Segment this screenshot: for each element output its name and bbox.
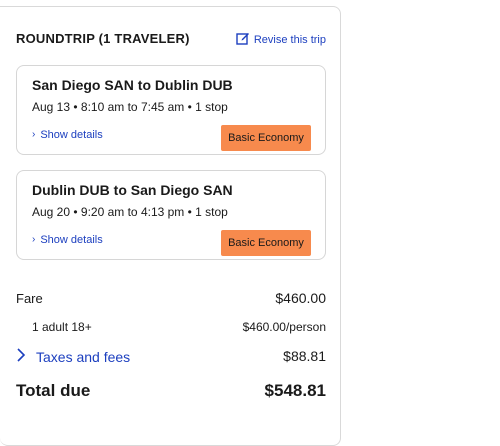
- leg-times: Aug 13 • 8:10 am to 7:45 am • 1 stop: [32, 100, 228, 114]
- adult-fare-value: $460.00/person: [242, 320, 326, 334]
- chevron-right-icon: ›: [32, 234, 36, 245]
- leg-route: San Diego SAN to Dublin DUB: [32, 77, 233, 93]
- taxes-and-fees-toggle[interactable]: Taxes and fees: [16, 348, 130, 365]
- leg-route: Dublin DUB to San Diego SAN: [32, 182, 233, 198]
- fare-class-badge: Basic Economy: [221, 125, 311, 151]
- show-details-link[interactable]: › Show details: [32, 129, 103, 141]
- taxes-and-fees-value: $88.81: [283, 348, 326, 364]
- adult-fare-label: 1 adult 18+: [32, 320, 92, 334]
- flight-leg-return: Dublin DUB to San Diego SAN Aug 20 • 9:2…: [16, 170, 326, 260]
- show-details-label: Show details: [40, 234, 103, 246]
- edit-icon: [236, 31, 250, 48]
- trip-header: ROUNDTRIP (1 TRAVELER) Revise this trip: [16, 29, 328, 49]
- trip-title: ROUNDTRIP (1 TRAVELER): [16, 31, 190, 46]
- fare-class-badge: Basic Economy: [221, 230, 311, 256]
- leg-times: Aug 20 • 9:20 am to 4:13 pm • 1 stop: [32, 205, 228, 219]
- fare-value: $460.00: [275, 290, 326, 306]
- chevron-right-icon: [16, 348, 26, 365]
- total-due-value: $548.81: [264, 381, 326, 400]
- taxes-and-fees-label: Taxes and fees: [36, 348, 131, 365]
- show-details-label: Show details: [40, 129, 103, 141]
- show-details-link[interactable]: › Show details: [32, 234, 103, 246]
- revise-trip-link[interactable]: Revise this trip: [236, 31, 326, 48]
- chevron-right-icon: ›: [32, 129, 36, 140]
- revise-trip-label: Revise this trip: [253, 33, 326, 46]
- total-due-label: Total due: [16, 381, 91, 400]
- fare-label: Fare: [16, 291, 43, 306]
- flight-leg-outbound: San Diego SAN to Dublin DUB Aug 13 • 8:1…: [16, 65, 326, 155]
